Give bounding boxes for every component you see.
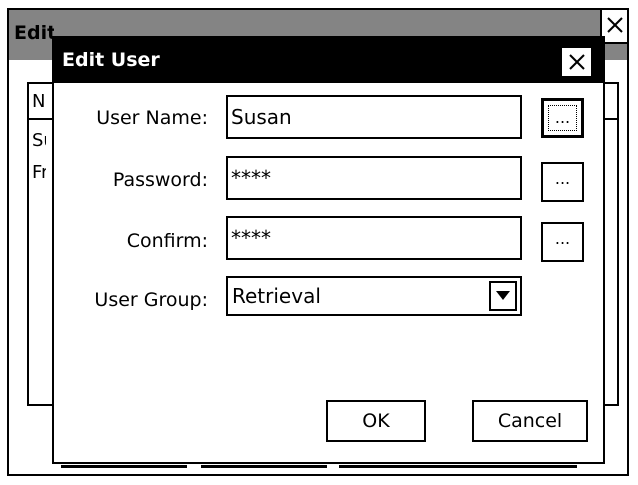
background-button[interactable] bbox=[451, 465, 577, 473]
background-button[interactable] bbox=[61, 465, 187, 473]
close-icon bbox=[569, 54, 585, 70]
ok-button[interactable]: OK bbox=[326, 400, 426, 442]
dropdown-button[interactable] bbox=[489, 281, 517, 311]
user-name-input[interactable]: Susan bbox=[226, 95, 522, 139]
column-header-name[interactable]: Name bbox=[32, 91, 46, 112]
password-label: Password: bbox=[112, 169, 208, 191]
cancel-button[interactable]: Cancel bbox=[472, 400, 588, 442]
user-group-select[interactable]: Retrieval bbox=[226, 276, 522, 316]
password-browse-button[interactable]: ... bbox=[541, 162, 584, 202]
confirm-input[interactable]: **** bbox=[226, 216, 522, 260]
dialog-close-button[interactable] bbox=[560, 46, 593, 78]
dialog-title: Edit User bbox=[62, 49, 160, 71]
password-input[interactable]: **** bbox=[226, 156, 522, 200]
browse-button-label: ... bbox=[548, 105, 577, 131]
dialog-titlebar: Edit User bbox=[54, 38, 603, 83]
user-group-selected-value: Retrieval bbox=[232, 284, 321, 308]
close-icon bbox=[607, 17, 623, 33]
list-item[interactable]: Susan bbox=[32, 130, 46, 151]
background-button[interactable] bbox=[339, 465, 465, 473]
list-item[interactable]: Fred bbox=[32, 162, 46, 183]
confirm-label: Confirm: bbox=[126, 230, 208, 252]
background-button[interactable] bbox=[201, 465, 327, 473]
confirm-browse-button[interactable]: ... bbox=[541, 222, 584, 262]
background-window-title: Edit Users bbox=[14, 22, 54, 44]
edit-user-dialog: Edit User User Name: Susan ... Password:… bbox=[52, 36, 605, 464]
user-group-label: User Group: bbox=[94, 289, 208, 311]
user-name-label: User Name: bbox=[96, 107, 208, 129]
user-name-browse-button[interactable]: ... bbox=[541, 98, 584, 138]
chevron-down-icon bbox=[496, 291, 510, 300]
